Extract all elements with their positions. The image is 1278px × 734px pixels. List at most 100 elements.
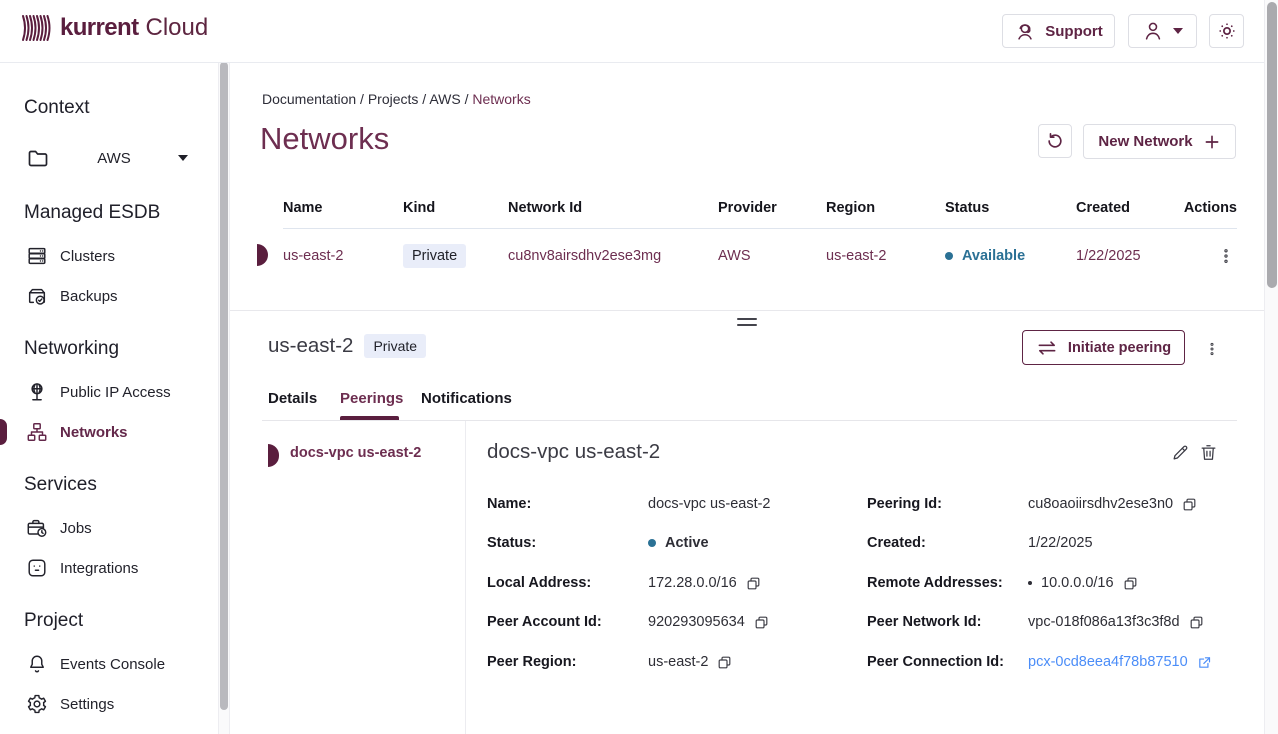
chevron-down-icon <box>178 155 188 161</box>
col-header-created: Created <box>1076 200 1177 216</box>
col-header-provider: Provider <box>718 200 826 216</box>
networks-table-header: Name Kind Network Id Provider Region Sta… <box>283 188 1237 229</box>
external-link-icon[interactable] <box>1197 655 1212 670</box>
peer-connection-link[interactable]: pcx-0cd8eea4f78b87510 <box>1028 654 1188 670</box>
sidebar-item-integrations[interactable]: Integrations <box>26 555 218 581</box>
main-content: Documentation / Projects / AWS / Network… <box>230 62 1264 734</box>
sidebar-heading-project: Project <box>24 609 218 633</box>
window-scrollbar-thumb[interactable] <box>1267 2 1277 288</box>
network-tree-icon <box>26 421 48 443</box>
peering-list-item[interactable]: docs-vpc us-east-2 <box>290 445 421 461</box>
sidebar-item-events-console[interactable]: Events Console <box>26 651 218 677</box>
row-status: Available <box>945 248 1076 264</box>
col-header-region: Region <box>826 200 945 216</box>
refresh-icon <box>1045 131 1065 151</box>
network-detail-name: us-east-2 <box>268 334 353 358</box>
account-menu-button[interactable] <box>1128 14 1197 48</box>
edit-peering-button[interactable] <box>1171 443 1190 462</box>
field-value-peer-account-id: 920293095634 <box>648 614 769 630</box>
detail-actions-kebab-button[interactable] <box>1202 336 1222 362</box>
tab-details[interactable]: Details <box>268 390 317 407</box>
field-label: Peering Id: <box>867 496 942 512</box>
breadcrumb-projects[interactable]: Projects <box>368 91 419 107</box>
sidebar-item-label: Events Console <box>60 656 165 673</box>
sidebar-item-public-ip-access[interactable]: Public IP Access <box>26 379 218 405</box>
list-detail-divider <box>465 421 466 734</box>
field-label: Created: <box>867 535 926 551</box>
breadcrumb-aws[interactable]: AWS <box>429 91 460 107</box>
field-value-remote-addresses: 10.0.0.0/16 <box>1028 575 1138 591</box>
list-bullet <box>1028 581 1032 585</box>
chevron-down-icon <box>1173 28 1183 34</box>
peering-title: docs-vpc us-east-2 <box>487 440 660 464</box>
row-actions-kebab-button[interactable] <box>1215 243 1237 269</box>
copy-icon[interactable] <box>746 576 761 591</box>
waveform-logo-icon <box>20 13 52 43</box>
swap-arrows-icon <box>1036 339 1058 357</box>
plus-icon <box>1203 133 1221 151</box>
tab-notifications[interactable]: Notifications <box>421 390 512 407</box>
refresh-button[interactable] <box>1038 124 1072 158</box>
new-network-button[interactable]: New Network <box>1083 124 1236 159</box>
theme-toggle-button[interactable] <box>1209 14 1244 48</box>
logo-brand-text: kurrent <box>60 14 139 42</box>
backups-icon <box>26 285 48 307</box>
network-detail-header: us-east-2 Private <box>268 334 426 358</box>
bell-icon <box>26 653 48 675</box>
initiate-peering-button[interactable]: Initiate peering <box>1022 330 1185 365</box>
sidebar: Context AWS Managed ESDB Clusters <box>0 62 218 734</box>
copy-icon[interactable] <box>1189 615 1204 630</box>
field-label: Status: <box>487 535 536 551</box>
network-table-row[interactable]: us-east-2 Private cu8nv8airsdhv2ese3mg A… <box>283 228 1237 283</box>
splitter-drag-handle[interactable] <box>737 318 757 330</box>
folder-icon <box>26 146 50 170</box>
sidebar-item-label: Networks <box>60 424 128 441</box>
sidebar-heading-managed-esdb: Managed ESDB <box>24 201 218 225</box>
field-value-status: Active <box>648 535 709 551</box>
status-label: Active <box>665 535 709 551</box>
active-item-marker <box>0 419 7 445</box>
delete-peering-button[interactable] <box>1199 443 1218 462</box>
support-button[interactable]: Support <box>1002 14 1115 48</box>
logo-product-text: Cloud <box>146 14 209 42</box>
copy-icon[interactable] <box>717 655 732 670</box>
breadcrumb-separator: / <box>461 91 473 107</box>
tabs-divider <box>262 420 1237 421</box>
sidebar-heading-networking: Networking <box>24 337 218 361</box>
copy-icon[interactable] <box>754 615 769 630</box>
sidebar-item-clusters[interactable]: Clusters <box>26 243 218 269</box>
context-selector[interactable]: AWS <box>26 143 188 173</box>
copy-icon[interactable] <box>1182 497 1197 512</box>
breadcrumb-separator: / <box>356 91 368 107</box>
kind-chip: Private <box>403 244 466 268</box>
sidebar-item-settings[interactable]: Settings <box>26 691 218 717</box>
col-header-network-id: Network Id <box>508 200 718 216</box>
status-label: Available <box>962 248 1025 264</box>
sidebar-item-networks[interactable]: Networks <box>26 419 218 445</box>
field-label: Remote Addresses: <box>867 575 1003 591</box>
field-label: Peer Network Id: <box>867 614 981 630</box>
sidebar-scrollbar-thumb[interactable] <box>220 62 228 710</box>
row-region: us-east-2 <box>826 248 945 264</box>
breadcrumb-separator: / <box>418 91 429 107</box>
selected-peering-marker <box>268 444 279 467</box>
sidebar-item-label: Public IP Access <box>60 384 171 401</box>
col-header-name: Name <box>283 200 403 216</box>
sidebar-item-jobs[interactable]: Jobs <box>26 515 218 541</box>
copy-icon[interactable] <box>1123 576 1138 591</box>
field-value-local-address: 172.28.0.0/16 <box>648 575 761 591</box>
field-value-peer-region: us-east-2 <box>648 654 732 670</box>
pencil-icon <box>1171 443 1190 462</box>
page-title: Networks <box>260 121 389 157</box>
kurrent-cloud-logo[interactable]: kurrent Cloud <box>20 13 208 43</box>
window-scrollbar <box>1264 0 1278 734</box>
support-label: Support <box>1045 23 1103 40</box>
field-value-name: docs-vpc us-east-2 <box>648 496 771 512</box>
breadcrumb-documentation[interactable]: Documentation <box>262 91 356 107</box>
field-value-created: 1/22/2025 <box>1028 535 1093 551</box>
selected-row-marker <box>257 244 268 266</box>
row-network-id: cu8nv8airsdhv2ese3mg <box>508 248 718 264</box>
status-dot <box>648 539 656 547</box>
sidebar-item-backups[interactable]: Backups <box>26 283 218 309</box>
tab-peerings[interactable]: Peerings <box>340 390 403 407</box>
